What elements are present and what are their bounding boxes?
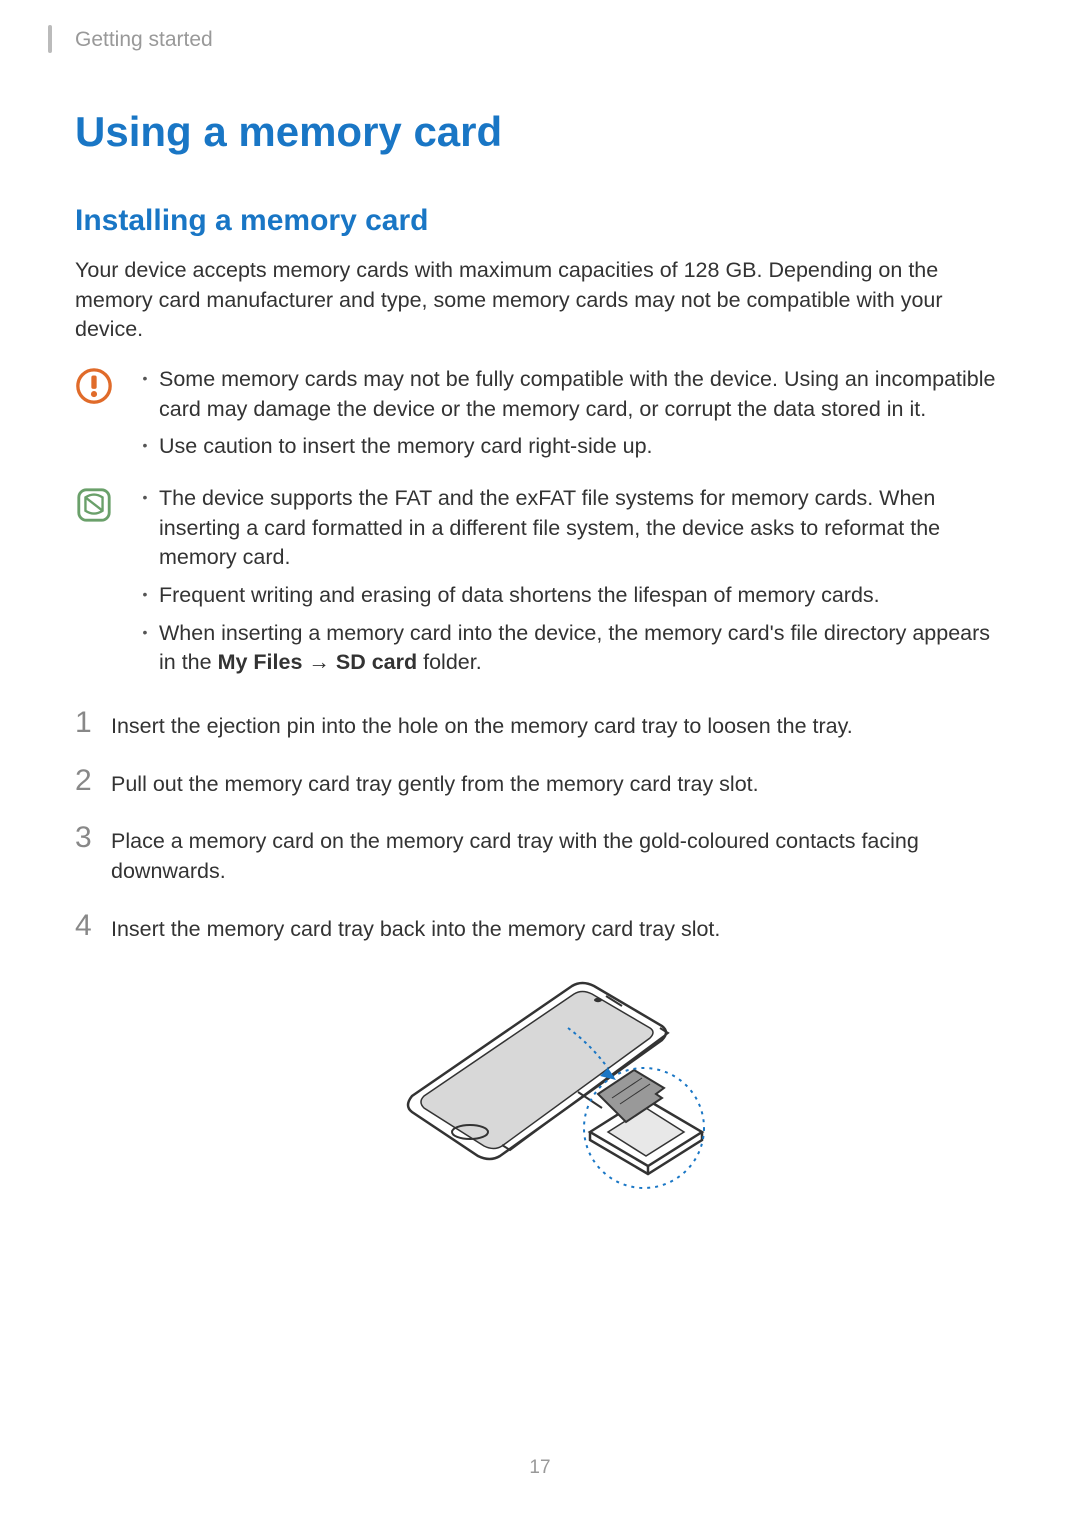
page-header-marker <box>48 25 52 53</box>
caution-item: • Use caution to insert the memory card … <box>131 432 1005 462</box>
caution-item: • Some memory cards may not be fully com… <box>131 365 1005 424</box>
page-title: Using a memory card <box>75 108 1005 156</box>
note-item: • Frequent writing and erasing of data s… <box>131 581 1005 611</box>
section-subtitle: Installing a memory card <box>75 204 1005 238</box>
note-notice: • The device supports the FAT and the ex… <box>75 484 1005 686</box>
page-number: 17 <box>0 1457 1080 1479</box>
note-item: • The device supports the FAT and the ex… <box>131 484 1005 573</box>
note-item: • When inserting a memory card into the … <box>131 619 1005 678</box>
device-illustration <box>75 968 1005 1198</box>
step: 4 Insert the memory card tray back into … <box>75 911 1005 945</box>
caution-icon <box>75 365 113 470</box>
steps-list: 1 Insert the ejection pin into the hole … <box>75 708 1005 944</box>
page-content: Using a memory card Installing a memory … <box>0 0 1080 1198</box>
intro-paragraph: Your device accepts memory cards with ma… <box>75 256 1005 345</box>
section-header: Getting started <box>75 28 213 52</box>
caution-notice: • Some memory cards may not be fully com… <box>75 365 1005 470</box>
step: 3 Place a memory card on the memory card… <box>75 823 1005 886</box>
step: 2 Pull out the memory card tray gently f… <box>75 766 1005 800</box>
step: 1 Insert the ejection pin into the hole … <box>75 708 1005 742</box>
note-icon <box>75 484 113 686</box>
